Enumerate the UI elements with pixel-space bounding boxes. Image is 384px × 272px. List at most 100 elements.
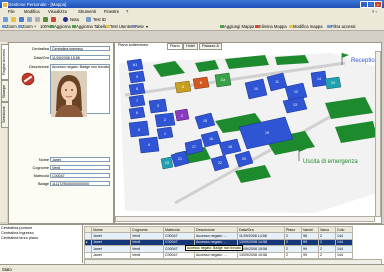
- emergency-exit-label: Uscita di emergenza: [303, 159, 358, 165]
- nome-label: Nome: [38, 158, 49, 162]
- modifica-mappa-button[interactable]: Modifica mappa: [293, 24, 323, 29]
- menu-finestre[interactable]: Finestre: [104, 9, 119, 14]
- access-detail-panel: Centralina Centralina ingresso Data/Ora …: [8, 42, 114, 224]
- label-15: 15: [203, 119, 207, 123]
- map-view[interactable]: A1 9 8 7 6 5 4 3 1 2 A B C Ca 11 10 12 1…: [114, 42, 382, 224]
- label-a1: A1: [133, 63, 137, 67]
- label-14: 14: [317, 77, 321, 81]
- map-toolbar: Zoom - Zoom + 100% Aggiorna Aggiorna Tab…: [0, 23, 384, 31]
- label-21: 21: [178, 157, 182, 161]
- test-id-label[interactable]: Test ID: [93, 17, 106, 22]
- gate-list: Centralina portone Centralina ingresso C…: [0, 225, 83, 263]
- label-11: 11: [275, 80, 279, 84]
- label-c: C: [181, 114, 184, 118]
- nome-field[interactable]: Janet: [50, 157, 110, 162]
- label-5: 5: [138, 128, 140, 132]
- label-12: 12: [294, 90, 298, 94]
- new-icon[interactable]: [3, 16, 8, 22]
- label-24: 24: [331, 81, 335, 85]
- reception-label: Reception: [351, 58, 378, 64]
- refresh-icon: [50, 24, 54, 28]
- campus-map[interactable]: A1 9 8 7 6 5 4 3 1 2 A B C Ca 11 10 12 1…: [115, 43, 381, 223]
- map-horizontal-scrollbar[interactable]: [115, 216, 375, 222]
- undo-icon[interactable]: [35, 16, 40, 22]
- zoom-out-icon: [2, 24, 6, 28]
- menu-bar: File Modifica Visualizza Strumenti Fines…: [0, 8, 384, 15]
- cognome-field[interactable]: Verdi: [50, 165, 110, 170]
- dataora-label: Data/Ora: [33, 56, 49, 60]
- cognome-label: Cognome: [32, 166, 49, 170]
- delete-icon[interactable]: [51, 16, 56, 22]
- label-2: 2: [164, 118, 166, 122]
- tab-piano-sotterraneo[interactable]: Piano sotterraneo: [116, 43, 150, 48]
- menu-modifica[interactable]: Modifica: [24, 9, 40, 14]
- label-17: 17: [192, 145, 196, 149]
- filter-icon: [327, 24, 331, 28]
- label-ca: Ca: [221, 78, 226, 82]
- nota-label[interactable]: Nota: [70, 17, 79, 22]
- access-log-panel: Centralina portone Centralina ingresso C…: [0, 224, 384, 266]
- menu-strumenti[interactable]: Strumenti: [78, 9, 96, 14]
- menu-help[interactable]: ?: [126, 9, 128, 14]
- matricola-label: Matricola: [33, 174, 49, 178]
- zoom-100-button[interactable]: 100%: [40, 24, 51, 29]
- label-18: 18: [228, 145, 232, 149]
- label-16: 16: [209, 137, 213, 141]
- rete-button[interactable]: Rete: [135, 24, 144, 29]
- aggiorna-button[interactable]: Aggiorna: [54, 24, 71, 29]
- save-icon[interactable]: [19, 16, 24, 22]
- label-3: 3: [157, 104, 159, 108]
- descrizione-label: Descrizione: [29, 65, 49, 69]
- map-vertical-scrollbar[interactable]: [375, 51, 381, 217]
- filtra-accessi-button[interactable]: Filtra accessi: [331, 24, 355, 29]
- gate-item[interactable]: Centralina portone: [1, 226, 32, 230]
- centralina-field[interactable]: Centralina ingresso: [50, 46, 110, 51]
- tab-piano[interactable]: Piano: [167, 42, 183, 51]
- matricola-field[interactable]: C00047: [50, 173, 110, 178]
- badge-field[interactable]: 1111729000000000000: [50, 181, 110, 186]
- edit-map-icon: [289, 24, 293, 28]
- refresh-icon[interactable]: [43, 16, 48, 22]
- test-icon[interactable]: [86, 16, 91, 22]
- label-22: 22: [218, 161, 222, 165]
- gate-item[interactable]: Centralina terzo piano: [1, 236, 38, 240]
- menu-visualizza[interactable]: Visualizza: [48, 9, 67, 14]
- badge-label: Badge: [38, 182, 49, 186]
- aggiungi-mappa-button[interactable]: Aggiungi Mappa: [224, 24, 254, 29]
- zoom-in-icon: [18, 24, 22, 28]
- tab-hotel[interactable]: Hotel: [183, 42, 198, 51]
- label-7: 7: [136, 99, 138, 103]
- centralina-label: Centralina: [31, 47, 49, 51]
- info-icon[interactable]: [63, 16, 68, 22]
- refresh-table-icon: [72, 24, 76, 28]
- network-icon: [131, 24, 135, 28]
- aggiorna-tabella-button[interactable]: Aggiorna Tabella: [76, 24, 107, 29]
- open-icon[interactable]: [11, 16, 16, 22]
- label-8: 8: [136, 87, 138, 91]
- user-test-icon: [106, 24, 110, 28]
- label-13: 13: [293, 103, 297, 107]
- test-utente-button[interactable]: Test Utente: [110, 24, 131, 29]
- label-1: 1: [164, 132, 166, 136]
- label-4: 4: [148, 143, 150, 147]
- elimina-mappa-button[interactable]: Elimina Mappa: [259, 24, 287, 29]
- menu-file[interactable]: File: [8, 9, 15, 14]
- mdi-close-icon[interactable]: × ▫: [372, 9, 377, 14]
- add-map-icon: [220, 24, 224, 28]
- rete-dropdown-icon[interactable]: ▾: [146, 24, 148, 29]
- tab-palazzo-a[interactable]: Palazzo A: [199, 42, 222, 51]
- window-title: Gestione Personale - [Mappa]: [8, 1, 67, 7]
- print-icon[interactable]: [27, 16, 32, 22]
- gate-item[interactable]: Centralina ingresso: [1, 231, 34, 235]
- label-19: 19: [265, 131, 269, 135]
- label-20: 20: [242, 157, 246, 161]
- label-10: 10: [254, 87, 258, 91]
- row-tooltip: Accesso negato: Badge non trovato: [185, 245, 243, 251]
- label-6: 6: [136, 111, 138, 115]
- side-tabs: Pagine Accessi Stampe Selezione: [0, 42, 9, 222]
- delete-map-icon: [255, 24, 259, 28]
- zoom-in-button[interactable]: Zoom +: [22, 24, 36, 29]
- dataora-field[interactable]: 11/09/2008 15:58: [50, 55, 110, 60]
- label-9: 9: [136, 75, 138, 79]
- employee-photo: [51, 71, 87, 117]
